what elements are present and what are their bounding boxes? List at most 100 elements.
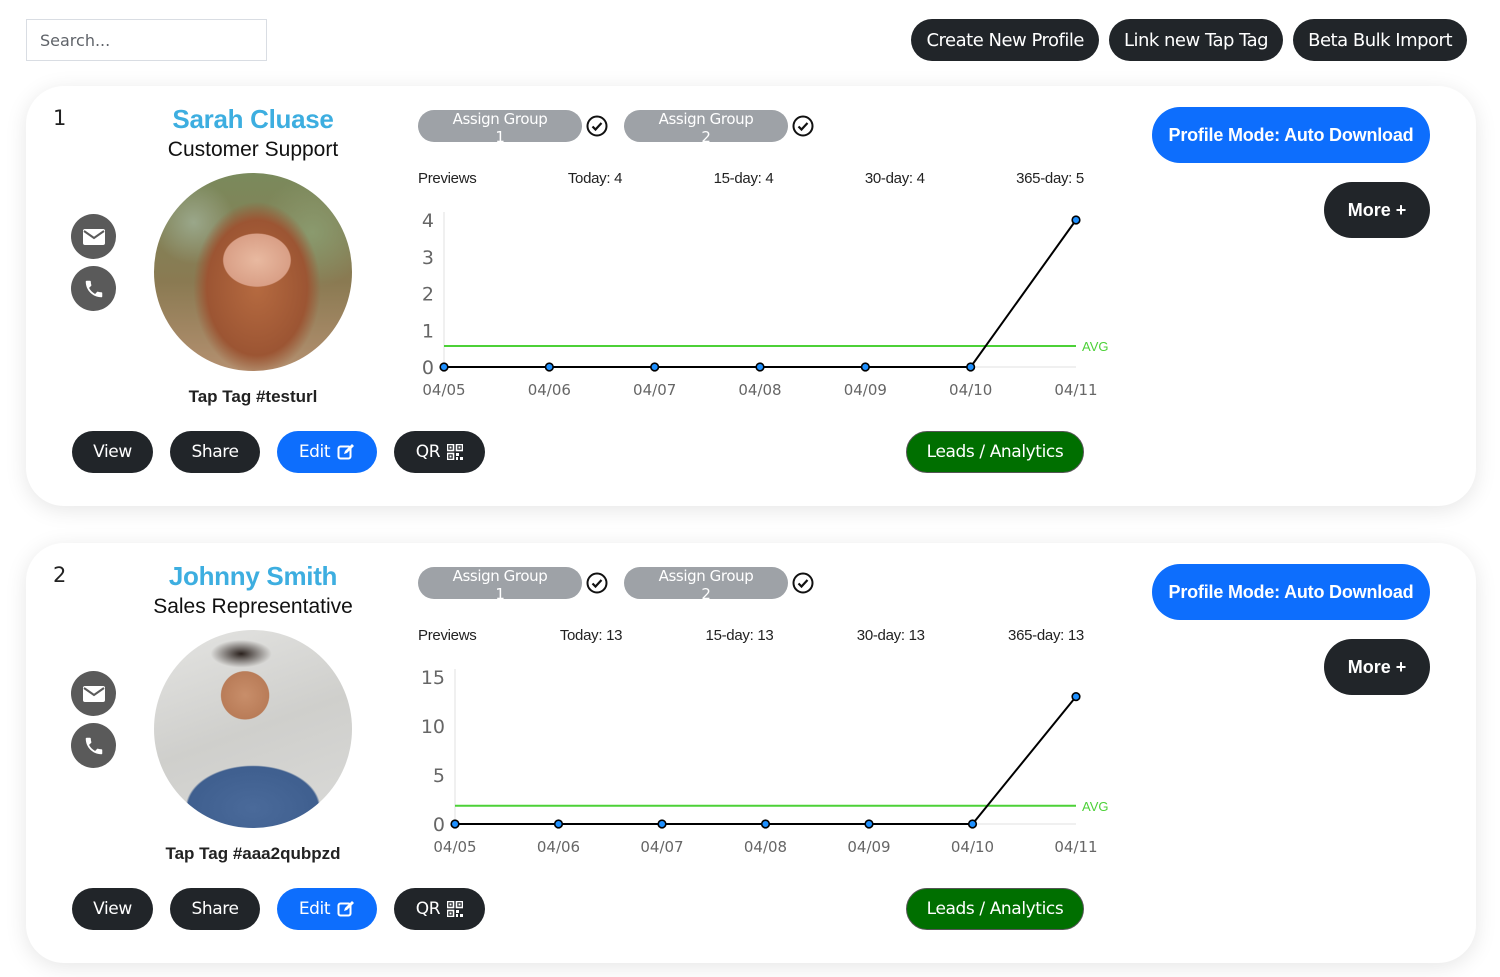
qr-label: QR xyxy=(415,442,441,462)
profile-card: 1 Sarah Cluase Customer Support Tap Tag … xyxy=(26,86,1476,506)
share-label: Share xyxy=(191,442,239,462)
profile-index: 1 xyxy=(53,106,67,130)
profile-name[interactable]: Johnny Smith xyxy=(146,561,360,592)
profile-mode-button[interactable]: Profile Mode: Auto Download xyxy=(1152,564,1430,620)
y-tick-label: 0 xyxy=(422,357,434,379)
stats-label: Previews xyxy=(418,170,477,187)
view-label: View xyxy=(93,442,132,462)
y-tick-label: 0 xyxy=(433,814,445,836)
email-button[interactable] xyxy=(71,671,116,716)
search-input[interactable] xyxy=(26,19,267,61)
data-point xyxy=(1071,691,1081,702)
share-button[interactable]: Share xyxy=(170,888,260,930)
header-actions: Create New Profile Link new Tap Tag Beta… xyxy=(911,19,1467,61)
envelope-icon xyxy=(82,685,105,702)
data-point xyxy=(760,819,771,829)
phone-button[interactable] xyxy=(71,266,116,311)
edit-label: Edit xyxy=(298,899,331,919)
envelope-icon xyxy=(82,228,105,245)
assign-group-2-button[interactable]: Assign Group 2 xyxy=(624,567,788,603)
x-tick-label: 04/08 xyxy=(738,381,781,399)
profile-name[interactable]: Sarah Cluase xyxy=(146,104,360,135)
qr-button[interactable]: QR xyxy=(394,888,485,930)
share-button[interactable]: Share xyxy=(170,431,260,473)
x-tick-label: 04/10 xyxy=(949,381,992,399)
view-button[interactable]: View xyxy=(72,888,153,930)
group-assign-row: Assign Group 1 Assign Group 2 xyxy=(418,110,830,146)
share-label: Share xyxy=(191,899,239,919)
previews-chart: 0 5 10 15 04/05 04/06 04/07 04/08 04/09 04/10 04/1… xyxy=(410,655,1109,860)
view-button[interactable]: View xyxy=(72,431,153,473)
previews-chart-svg: 0 5 10 15 04/05 04/06 04/07 04/08 04/09 04/10 04/1… xyxy=(421,667,1109,856)
edit-label: Edit xyxy=(298,442,331,462)
stat-30-day: 30-day: 4 xyxy=(864,170,925,187)
leads-analytics-button[interactable]: Leads / Analytics xyxy=(906,888,1084,930)
profile-actions: View Share Edit QR xyxy=(72,888,485,930)
tap-tag-label: Tap Tag #testurl xyxy=(188,387,318,406)
qr-button[interactable]: QR xyxy=(394,431,485,473)
profile-mode-button[interactable]: Profile Mode: Auto Download xyxy=(1152,107,1430,163)
avatar xyxy=(154,630,352,828)
stats-label: Previews xyxy=(418,627,477,644)
edit-icon xyxy=(337,901,355,917)
data-point xyxy=(966,362,976,372)
avatar xyxy=(154,173,352,371)
edit-button[interactable]: Edit xyxy=(277,888,377,930)
preview-stats: Previews Today: 4 15-day: 4 30-day: 4 36… xyxy=(418,170,1084,187)
y-tick-label: 10 xyxy=(421,716,445,738)
link-new-tap-tag-button[interactable]: Link new Tap Tag xyxy=(1108,19,1284,61)
previews-chart-svg: 0 1 2 3 4 04/05 04/06 04/07 04/08 04/09 04/10 04/11… xyxy=(422,210,1109,399)
series-line xyxy=(444,219,1077,368)
data-point xyxy=(864,819,874,829)
data-point xyxy=(1071,215,1081,225)
stat-365-day: 365-day: 5 xyxy=(1016,170,1084,187)
view-label: View xyxy=(93,899,132,919)
leads-analytics-button[interactable]: Leads / Analytics xyxy=(906,431,1084,473)
phone-button[interactable] xyxy=(71,723,116,768)
x-tick-label: 04/09 xyxy=(844,381,887,399)
data-point xyxy=(544,362,554,372)
stat-30-day: 30-day: 13 xyxy=(856,627,925,644)
data-point xyxy=(450,819,460,829)
create-new-profile-button[interactable]: Create New Profile xyxy=(911,19,1099,61)
more-button[interactable]: More + xyxy=(1324,182,1430,238)
y-tick-label: 2 xyxy=(422,284,434,306)
data-point xyxy=(755,362,765,372)
y-tick-label: 1 xyxy=(422,320,434,342)
data-point xyxy=(860,362,870,372)
y-tick-label: 5 xyxy=(433,765,445,787)
data-point xyxy=(967,819,978,829)
beta-bulk-import-button[interactable]: Beta Bulk Import xyxy=(1293,19,1467,61)
preview-stats: Previews Today: 13 15-day: 13 30-day: 13… xyxy=(418,627,1084,644)
check-circle-icon[interactable] xyxy=(792,572,814,594)
x-tick-label: 04/07 xyxy=(640,838,683,856)
stat-today: Today: 13 xyxy=(559,627,623,644)
y-tick-label: 3 xyxy=(422,247,434,269)
assign-group-1-button[interactable]: Assign Group 1 xyxy=(418,110,582,146)
check-circle-icon[interactable] xyxy=(792,115,814,137)
x-tick-label: 04/11 xyxy=(1054,838,1097,856)
y-tick-label: 15 xyxy=(421,667,445,689)
group-assign-row: Assign Group 1 Assign Group 2 xyxy=(418,567,830,603)
x-tick-label: 04/05 xyxy=(433,838,476,856)
assign-group-1-button[interactable]: Assign Group 1 xyxy=(418,567,582,603)
phone-icon xyxy=(85,280,102,297)
more-button[interactable]: More + xyxy=(1324,639,1430,695)
data-point xyxy=(439,362,449,372)
check-circle-icon[interactable] xyxy=(586,115,608,137)
avg-label: AVG xyxy=(1082,339,1109,354)
check-circle-icon[interactable] xyxy=(586,572,608,594)
qr-label: QR xyxy=(415,899,441,919)
x-tick-label: 04/09 xyxy=(847,838,890,856)
edit-button[interactable]: Edit xyxy=(277,431,377,473)
avg-label: AVG xyxy=(1082,799,1109,814)
data-point xyxy=(657,819,667,829)
x-tick-label: 04/08 xyxy=(744,838,787,856)
data-point xyxy=(650,362,660,372)
email-button[interactable] xyxy=(71,214,116,259)
stat-15-day: 15-day: 13 xyxy=(705,627,774,644)
profile-index: 2 xyxy=(53,563,67,587)
profile-card: 2 Johnny Smith Sales Representative Tap … xyxy=(26,543,1476,963)
stat-today: Today: 4 xyxy=(567,170,623,187)
assign-group-2-button[interactable]: Assign Group 2 xyxy=(624,110,788,146)
